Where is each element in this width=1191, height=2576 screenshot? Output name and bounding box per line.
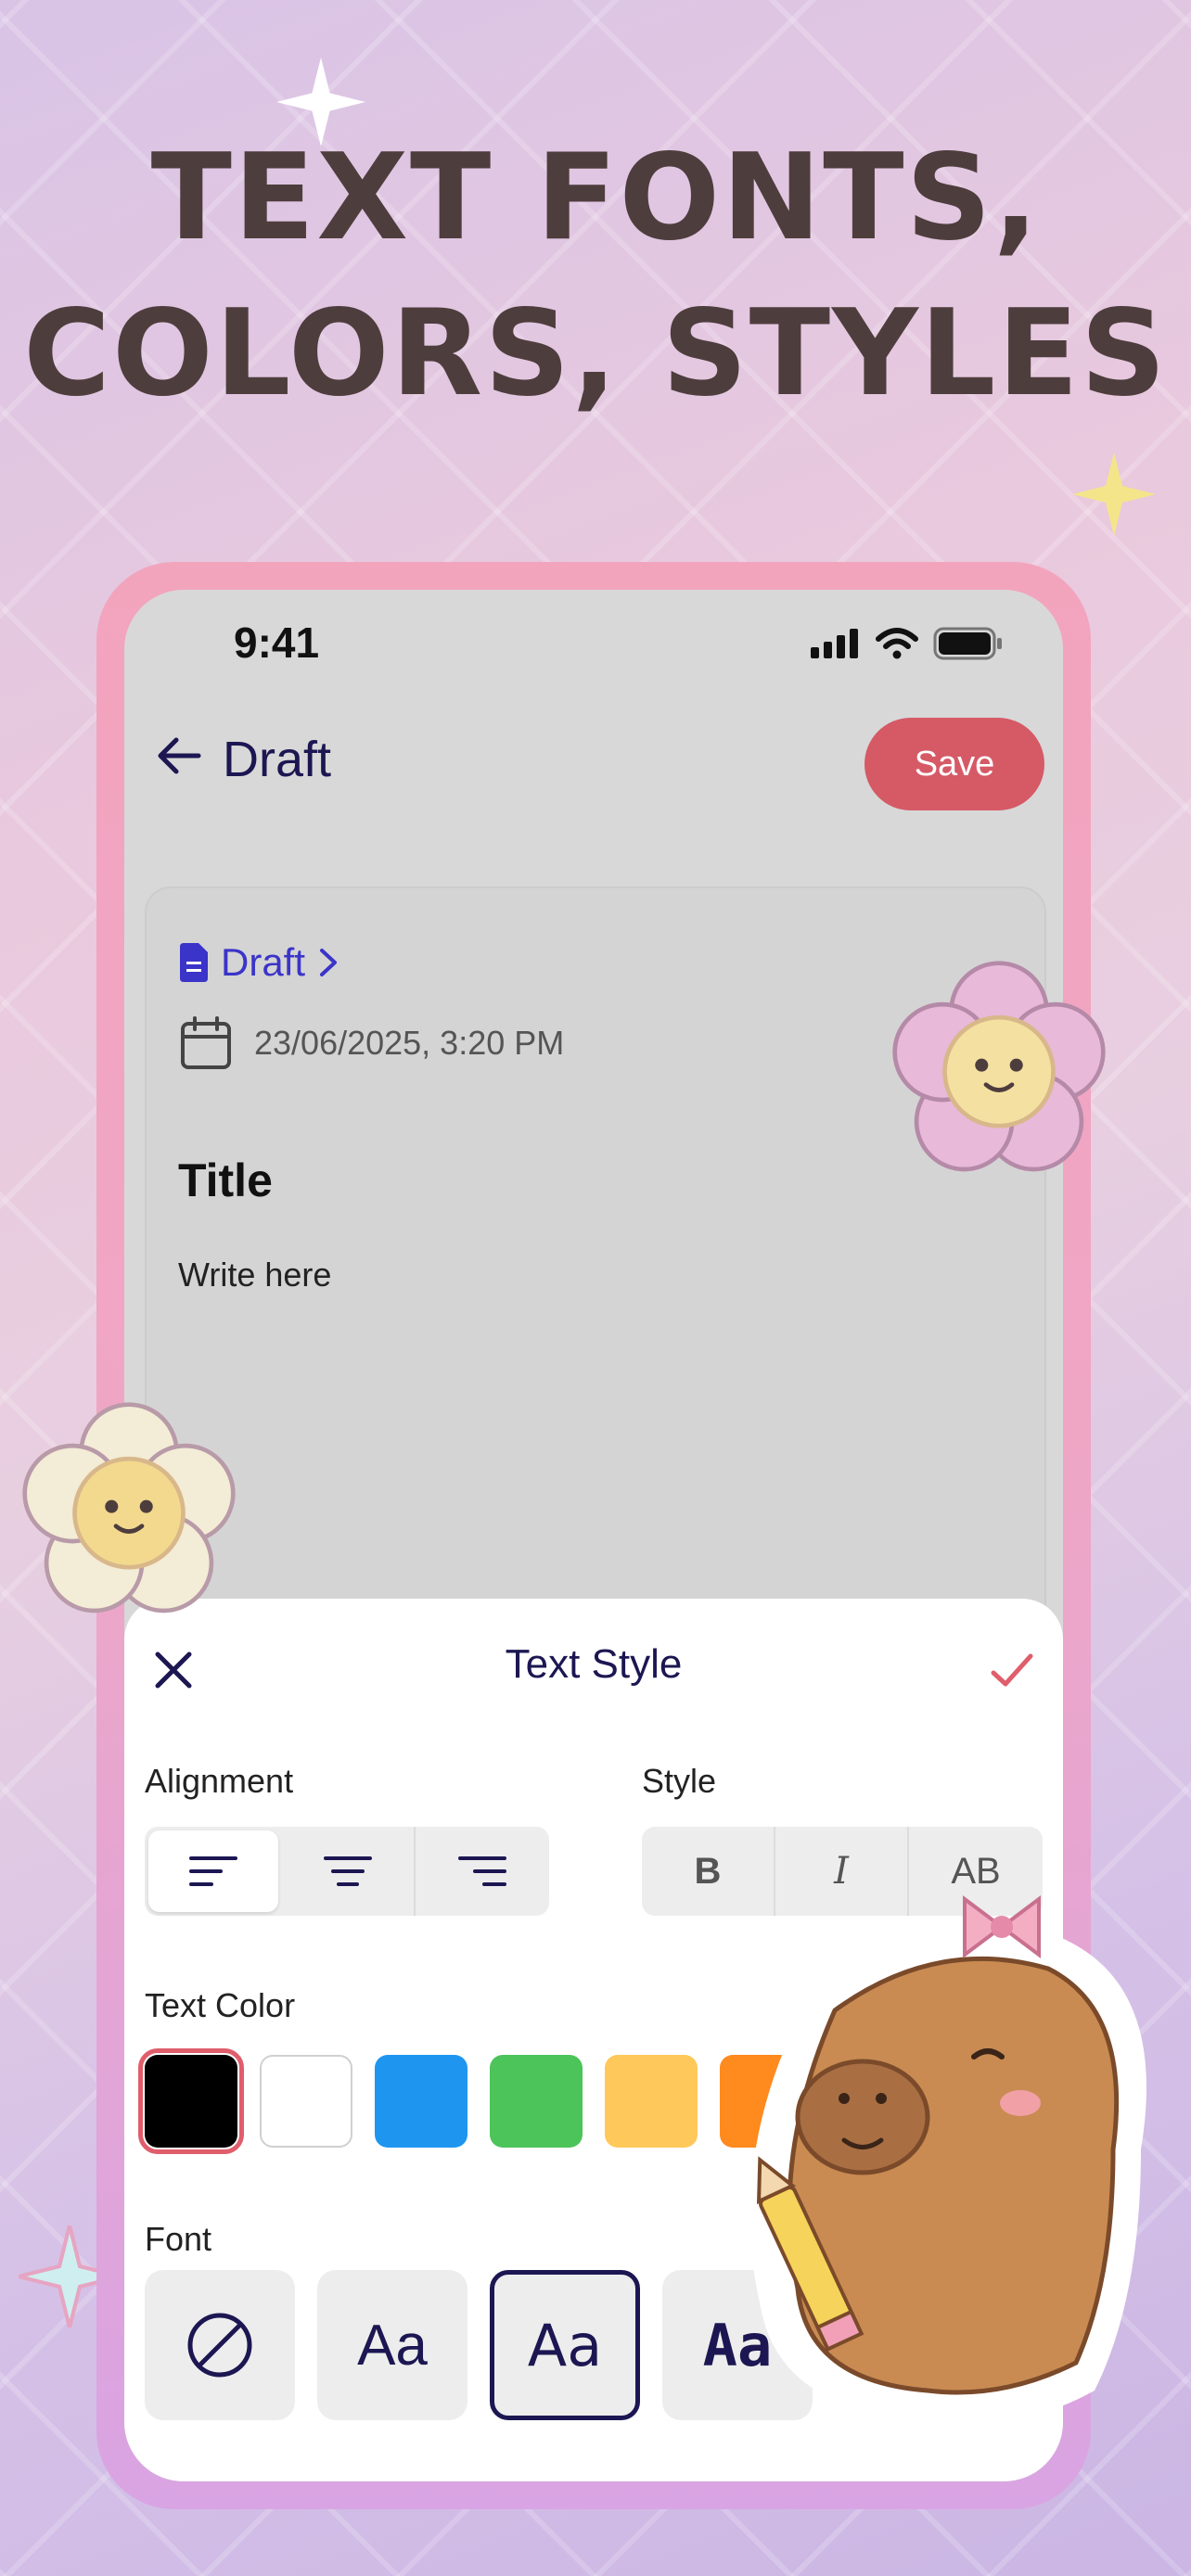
flower-sticker-icon: [22, 1402, 236, 1613]
font-option-sans[interactable]: Aa: [317, 2270, 467, 2420]
page-title: Draft: [223, 732, 332, 787]
breadcrumb-label: Draft: [221, 940, 306, 984]
alignment-label: Alignment: [145, 1762, 294, 1800]
calendar-icon: [181, 1016, 231, 1069]
status-time: 9:41: [234, 618, 320, 667]
align-right-icon: [458, 1856, 506, 1886]
breadcrumb[interactable]: Draft: [178, 940, 340, 985]
battery-icon: [933, 627, 1002, 660]
status-icons: [811, 627, 1004, 660]
note-title[interactable]: Title: [178, 1154, 273, 1207]
font-none-button[interactable]: [145, 2270, 295, 2420]
back-arrow-icon[interactable]: [147, 723, 211, 788]
align-left-button[interactable]: [148, 1830, 278, 1912]
check-icon[interactable]: [989, 1651, 1035, 1691]
flower-sticker-icon: [892, 961, 1106, 1172]
alignment-control: [145, 1827, 549, 1916]
wifi-icon: [876, 628, 918, 659]
sheet-title: Text Style: [505, 1641, 683, 1687]
note-date: 23/06/2025, 3:20 PM: [254, 1024, 565, 1062]
no-font-icon: [187, 2313, 252, 2378]
chevron-right-icon: [320, 949, 338, 976]
color-swatch-black[interactable]: [138, 2048, 244, 2154]
align-center-button[interactable]: [282, 1827, 416, 1916]
text-color-label: Text Color: [145, 1986, 296, 2024]
style-label: Style: [642, 1762, 717, 1800]
headline-line-2: COLORS, STYLES: [23, 285, 1168, 423]
sparkle-icon: [276, 57, 365, 147]
color-swatch-yellow[interactable]: [605, 2055, 698, 2148]
save-button[interactable]: Save: [864, 718, 1044, 810]
color-swatch-white[interactable]: [260, 2055, 352, 2148]
app-bar: Draft Save: [124, 699, 1063, 810]
align-left-icon: [189, 1856, 237, 1886]
document-icon: [180, 943, 208, 982]
font-label: Font: [145, 2220, 212, 2258]
status-bar: 9:41: [124, 590, 1063, 692]
align-center-icon: [324, 1856, 372, 1886]
date-row[interactable]: 23/06/2025, 3:20 PM: [180, 1016, 564, 1070]
signal-icon: [811, 629, 858, 658]
font-option-rounded[interactable]: Aa: [490, 2270, 640, 2420]
note-body[interactable]: Write here: [178, 1256, 331, 1294]
color-swatch-green[interactable]: [490, 2055, 583, 2148]
promo-headline: TEXT FONTS, COLORS, STYLES: [0, 121, 1191, 432]
capybara-sticker-icon: [749, 1895, 1146, 2424]
headline-line-1: TEXT FONTS,: [150, 129, 1041, 267]
align-right-button[interactable]: [416, 1827, 549, 1916]
sparkle-icon: [1072, 453, 1156, 536]
color-swatch-blue[interactable]: [375, 2055, 467, 2148]
